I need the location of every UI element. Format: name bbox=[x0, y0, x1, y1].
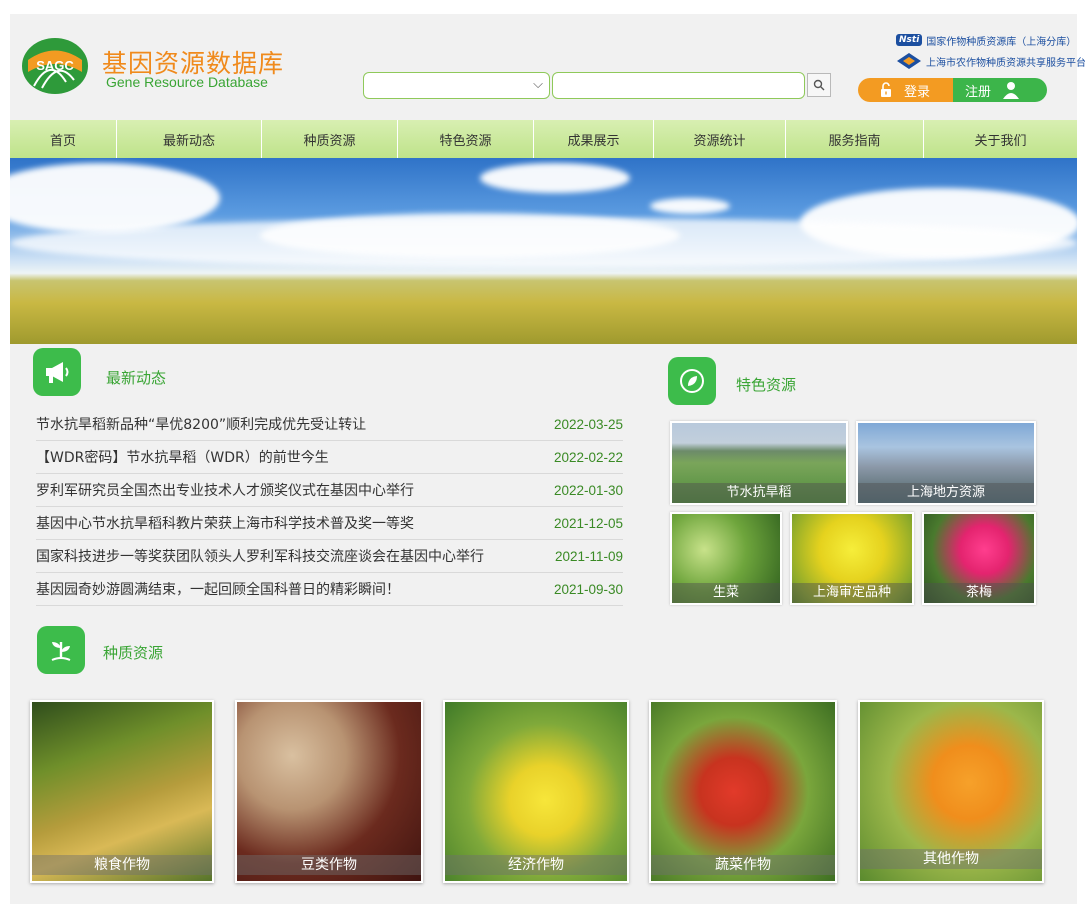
nav-item-about[interactable]: 关于我们 bbox=[924, 120, 1077, 158]
nav-item-statistics[interactable]: 资源统计 bbox=[654, 120, 786, 158]
germplasm-card-label: 经济作物 bbox=[445, 855, 627, 875]
nav-item-services[interactable]: 服务指南 bbox=[786, 120, 924, 158]
news-title[interactable]: 国家科技进步一等奖获团队领头人罗利军科技交流座谈会在基因中心举行 bbox=[36, 546, 484, 566]
chevron-down-icon: ⌵ bbox=[533, 77, 543, 92]
featured-card-label: 节水抗旱稻 bbox=[672, 483, 846, 503]
partner-label: 国家作物种质资源库（上海分库） bbox=[926, 36, 1077, 48]
news-row[interactable]: 【WDR密码】节水抗旱稻（WDR）的前世今生 2022-02-22 bbox=[36, 441, 623, 474]
lock-icon bbox=[881, 82, 891, 97]
germplasm-card-other[interactable]: 其他作物 bbox=[858, 700, 1044, 883]
user-icon bbox=[1003, 82, 1020, 99]
news-title[interactable]: 【WDR密码】节水抗旱稻（WDR）的前世今生 bbox=[36, 447, 329, 467]
news-date: 2022-02-22 bbox=[553, 449, 623, 465]
germplasm-card-label: 豆类作物 bbox=[237, 855, 421, 875]
featured-card-label: 上海审定品种 bbox=[792, 583, 912, 603]
germplasm-card-label: 粮食作物 bbox=[32, 855, 212, 875]
sprout-icon bbox=[37, 626, 85, 674]
nav-item-germplasm[interactable]: 种质资源 bbox=[262, 120, 398, 158]
news-date: 2021-09-30 bbox=[553, 581, 623, 597]
nav-item-news[interactable]: 最新动态 bbox=[117, 120, 262, 158]
nav-item-featured[interactable]: 特色资源 bbox=[398, 120, 534, 158]
featured-card-label: 生菜 bbox=[672, 583, 780, 603]
news-title[interactable]: 节水抗旱稻新品种“旱优8200”顺利完成优先受让转让 bbox=[36, 414, 366, 434]
nsti-logo: Nsti bbox=[896, 34, 923, 46]
megaphone-icon bbox=[33, 348, 81, 396]
germplasm-card-legume[interactable]: 豆类作物 bbox=[235, 700, 423, 883]
register-label: 注册 bbox=[965, 84, 992, 100]
sagc-logo[interactable]: SAGC bbox=[20, 36, 90, 96]
main-nav: 首页 最新动态 种质资源 特色资源 成果展示 资源统计 服务指南 关于我们 bbox=[10, 120, 1077, 158]
svg-text:SAGC: SAGC bbox=[36, 58, 74, 73]
news-title[interactable]: 基因园奇妙游圆满结束，一起回顾全国科普日的精彩瞬间！ bbox=[36, 579, 400, 599]
featured-card-lettuce[interactable]: 生菜 bbox=[670, 512, 782, 605]
news-date: 2022-01-30 bbox=[553, 482, 623, 498]
partner-label: 上海市农作物种质资源共享服务平台 bbox=[926, 57, 1085, 69]
news-row[interactable]: 国家科技进步一等奖获团队领头人罗利军科技交流座谈会在基因中心举行 2021-11… bbox=[36, 540, 623, 573]
news-section-title: 最新动态 bbox=[106, 369, 167, 387]
germplasm-card-label: 其他作物 bbox=[860, 849, 1042, 869]
featured-section-title: 特色资源 bbox=[736, 376, 797, 394]
news-title[interactable]: 基因中心节水抗旱稻科教片荣获上海市科学技术普及奖一等奖 bbox=[36, 513, 414, 533]
search-button[interactable] bbox=[807, 73, 831, 97]
featured-card-label: 茶梅 bbox=[924, 583, 1034, 603]
news-row[interactable]: 基因园奇妙游圆满结束，一起回顾全国科普日的精彩瞬间！ 2021-09-30 bbox=[36, 573, 623, 606]
germplasm-section-title: 种质资源 bbox=[103, 644, 164, 662]
featured-card-camellia[interactable]: 茶梅 bbox=[922, 512, 1036, 605]
featured-card-label: 上海地方资源 bbox=[858, 483, 1034, 503]
news-row[interactable]: 基因中心节水抗旱稻科教片荣获上海市科学技术普及奖一等奖 2021-12-05 bbox=[36, 507, 623, 540]
login-button[interactable]: 登录 bbox=[858, 78, 953, 102]
search-icon bbox=[813, 79, 825, 91]
leaf-icon bbox=[668, 357, 716, 405]
page-container: SAGC 基因资源数据库 Gene Resource Database ⌵ Ns… bbox=[10, 14, 1085, 904]
search-input[interactable] bbox=[552, 72, 805, 99]
news-date: 2021-11-09 bbox=[554, 548, 623, 564]
platform-logo-icon bbox=[897, 53, 921, 69]
news-row[interactable]: 节水抗旱稻新品种“旱优8200”顺利完成优先受让转让 2022-03-25 bbox=[36, 408, 623, 441]
germplasm-card-grain[interactable]: 粮食作物 bbox=[30, 700, 214, 883]
search-category-select[interactable]: ⌵ bbox=[363, 72, 550, 99]
partner-link-national-bank[interactable]: Nsti 国家作物种质资源库（上海分库） bbox=[896, 32, 1076, 48]
news-date: 2021-12-05 bbox=[553, 515, 623, 531]
germplasm-card-label: 蔬菜作物 bbox=[651, 855, 835, 875]
featured-card-approved-varieties[interactable]: 上海审定品种 bbox=[790, 512, 914, 605]
news-title[interactable]: 罗利军研究员全国杰出专业技术人才颁奖仪式在基因中心举行 bbox=[36, 480, 414, 500]
germplasm-card-economic[interactable]: 经济作物 bbox=[443, 700, 629, 883]
site-subtitle: Gene Resource Database bbox=[106, 74, 268, 90]
partner-link-shanghai-platform[interactable]: 上海市农作物种质资源共享服务平台 bbox=[896, 52, 1085, 70]
nav-item-home[interactable]: 首页 bbox=[10, 120, 117, 158]
featured-card-rice[interactable]: 节水抗旱稻 bbox=[670, 421, 848, 505]
featured-card-shanghai-local[interactable]: 上海地方资源 bbox=[856, 421, 1036, 505]
news-row[interactable]: 罗利军研究员全国杰出专业技术人才颁奖仪式在基因中心举行 2022-01-30 bbox=[36, 474, 623, 507]
login-label: 登录 bbox=[904, 84, 931, 100]
news-date: 2022-03-25 bbox=[553, 416, 623, 432]
register-button[interactable]: 注册 bbox=[953, 78, 1047, 102]
germplasm-card-vegetable[interactable]: 蔬菜作物 bbox=[649, 700, 837, 883]
nav-item-achievements[interactable]: 成果展示 bbox=[534, 120, 654, 158]
hero-banner bbox=[10, 158, 1077, 344]
